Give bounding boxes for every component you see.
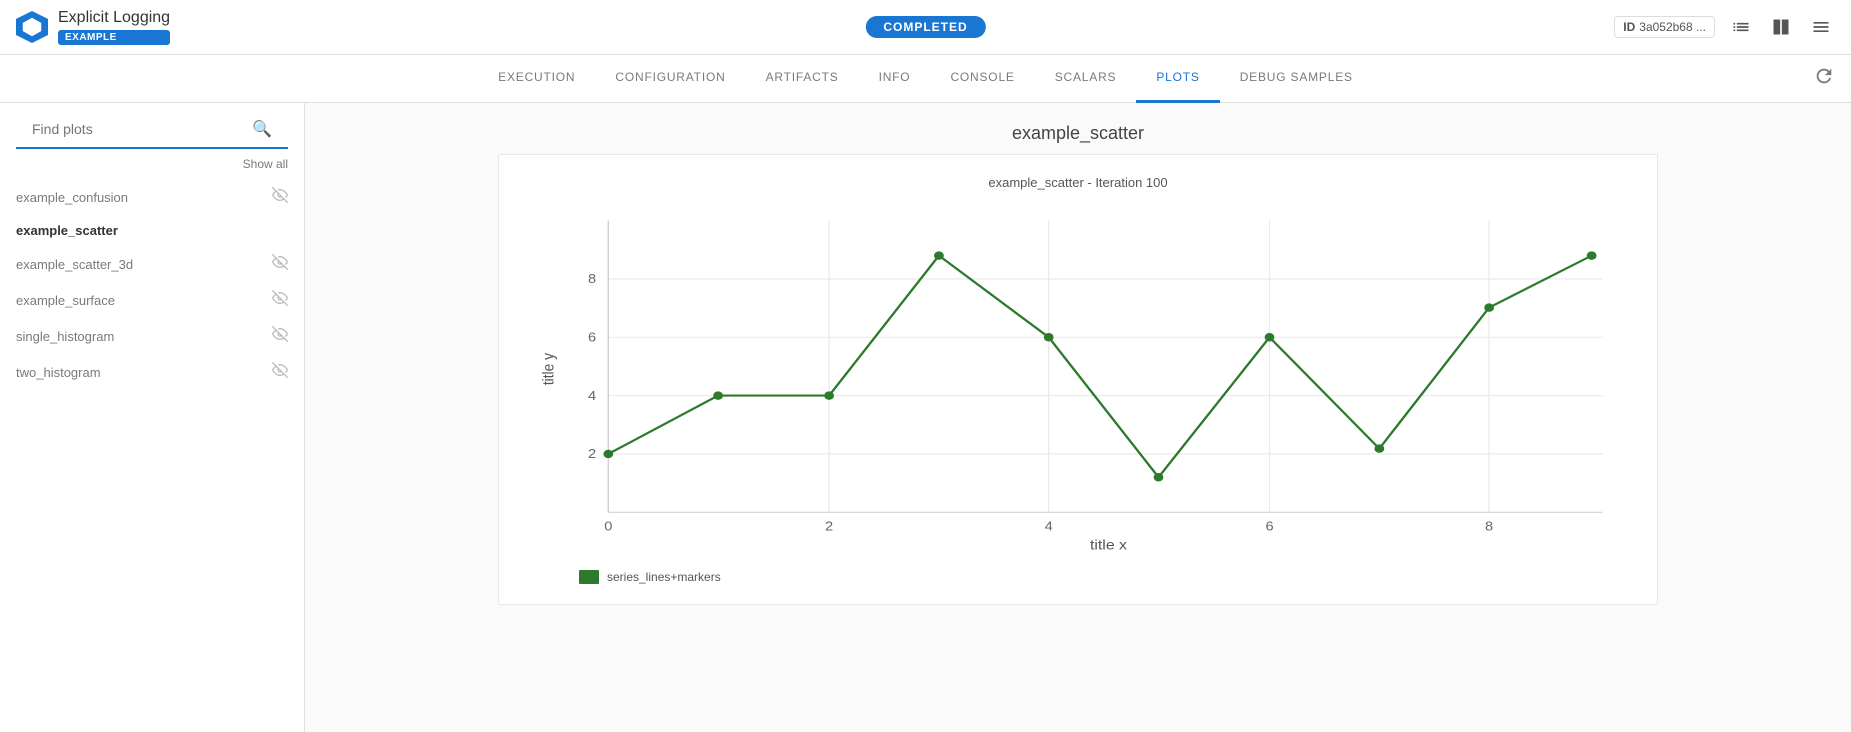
search-container: 🔍 (16, 119, 288, 149)
sidebar-item-example-scatter[interactable]: example_scatter (0, 215, 304, 246)
sidebar-item-label: two_histogram (16, 365, 272, 380)
top-bar-right: ID 3a052b68 ... (1614, 13, 1835, 41)
menu-button[interactable] (1807, 13, 1835, 41)
top-bar-left: Explicit Logging EXAMPLE (16, 9, 1614, 45)
top-bar-center: COMPLETED (865, 18, 985, 36)
eye-off-icon (272, 362, 288, 382)
sidebar-item-label: example_surface (16, 293, 272, 308)
svg-text:6: 6 (588, 330, 597, 344)
id-badge: ID 3a052b68 ... (1614, 16, 1715, 38)
eye-off-icon (272, 290, 288, 310)
sidebar-item-label: example_scatter_3d (16, 257, 272, 272)
search-input[interactable] (32, 121, 252, 137)
legend-color (579, 570, 599, 584)
tab-plots[interactable]: PLOTS (1136, 55, 1219, 103)
show-all-button[interactable]: Show all (243, 157, 288, 171)
sidebar-item-label: example_confusion (16, 190, 272, 205)
tab-info[interactable]: INFO (859, 55, 931, 103)
sidebar-item-example-confusion[interactable]: example_confusion (0, 179, 304, 215)
svg-text:6: 6 (1265, 519, 1274, 533)
sidebar-item-single-histogram[interactable]: single_histogram (0, 318, 304, 354)
sidebar: 🔍 Show all example_confusion example_sca… (0, 103, 305, 732)
svg-text:2: 2 (825, 519, 833, 533)
svg-text:0: 0 (604, 519, 613, 533)
legend-label: series_lines+markers (607, 570, 721, 584)
chart-legend: series_lines+markers (529, 570, 1627, 584)
svg-text:title y: title y (541, 352, 558, 385)
svg-text:title x: title x (1090, 538, 1128, 553)
svg-text:8: 8 (588, 272, 597, 286)
search-icon: 🔍 (252, 119, 272, 139)
chart-plot-area: .grid-line { stroke: #e8e8e8; stroke-wid… (529, 210, 1627, 560)
eye-off-icon (272, 326, 288, 346)
eye-off-icon (272, 254, 288, 274)
show-all-row: Show all (0, 149, 304, 179)
top-bar: Explicit Logging EXAMPLE COMPLETED ID 3a… (0, 0, 1851, 55)
sidebar-item-example-scatter-3d[interactable]: example_scatter_3d (0, 246, 304, 282)
split-view-button[interactable] (1767, 13, 1795, 41)
app-info: Explicit Logging EXAMPLE (58, 9, 170, 45)
svg-text:4: 4 (588, 389, 597, 403)
chart-area: example_scatter example_scatter - Iterat… (305, 103, 1851, 732)
main-layout: 🔍 Show all example_confusion example_sca… (0, 103, 1851, 732)
app-title: Explicit Logging (58, 9, 170, 27)
eye-off-icon (272, 187, 288, 207)
svg-text:4: 4 (1045, 519, 1054, 533)
sidebar-item-example-surface[interactable]: example_surface (0, 282, 304, 318)
chart-svg: .grid-line { stroke: #e8e8e8; stroke-wid… (529, 210, 1627, 560)
tab-debug-samples[interactable]: DEBUG SAMPLES (1220, 55, 1373, 103)
tab-configuration[interactable]: CONFIGURATION (595, 55, 745, 103)
sidebar-item-label: single_histogram (16, 329, 272, 344)
tab-scalars[interactable]: SCALARS (1035, 55, 1137, 103)
tab-artifacts[interactable]: ARTIFACTS (746, 55, 859, 103)
search-area: 🔍 (0, 119, 304, 149)
id-value: 3a052b68 ... (1639, 20, 1706, 34)
svg-text:2: 2 (588, 447, 596, 461)
tab-execution[interactable]: EXECUTION (478, 55, 595, 103)
tab-console[interactable]: CONSOLE (930, 55, 1034, 103)
id-label: ID (1623, 20, 1635, 34)
chart-title: example_scatter (1012, 123, 1144, 144)
chart-container: example_scatter - Iteration 100 .grid-li… (498, 154, 1658, 605)
svg-text:8: 8 (1485, 519, 1494, 533)
chart-subtitle: example_scatter - Iteration 100 (529, 175, 1627, 190)
logo-icon (16, 11, 48, 43)
completed-badge: COMPLETED (865, 16, 985, 38)
list-view-button[interactable] (1727, 13, 1755, 41)
tag-badge: EXAMPLE (58, 30, 170, 45)
refresh-button[interactable] (1813, 65, 1835, 93)
nav-tabs: EXECUTION CONFIGURATION ARTIFACTS INFO C… (0, 55, 1851, 103)
sidebar-item-two-histogram[interactable]: two_histogram (0, 354, 304, 390)
sidebar-item-label: example_scatter (16, 223, 288, 238)
